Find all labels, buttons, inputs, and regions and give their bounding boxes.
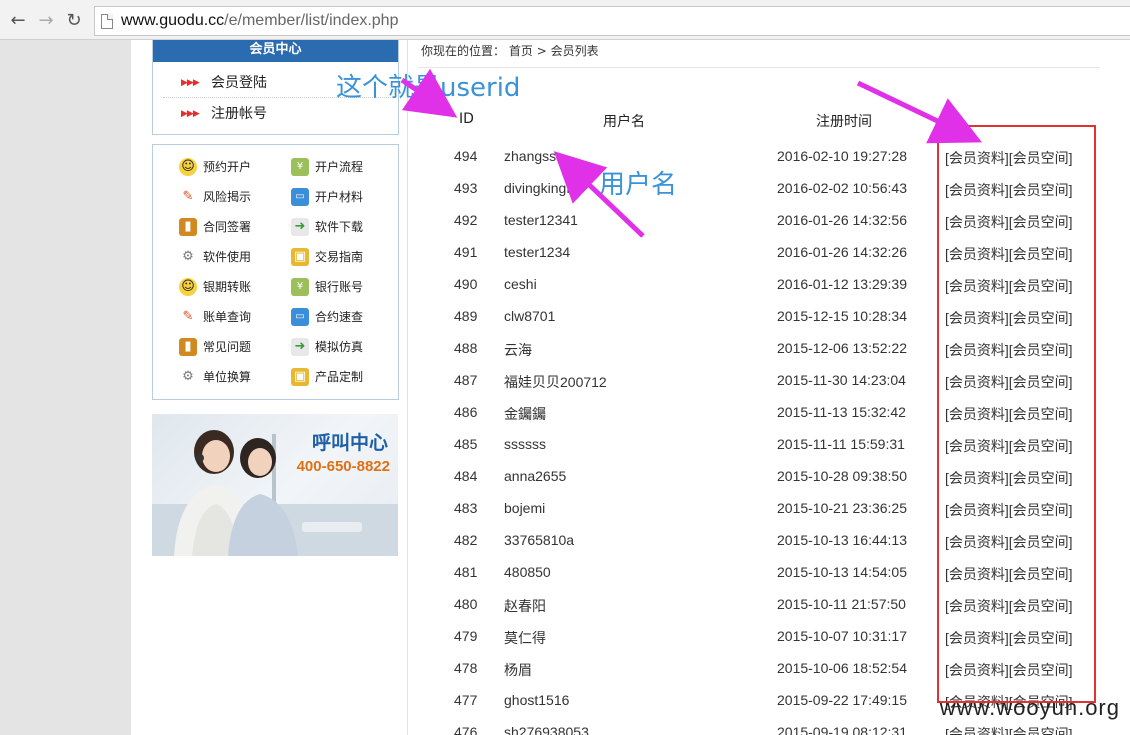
member-username[interactable]: clw8701 xyxy=(504,308,555,324)
member-regtime: 2016-01-26 14:32:56 xyxy=(777,212,907,228)
header-regtime: 注册时间 xyxy=(816,114,872,130)
reload-icon[interactable]: ↻ xyxy=(62,8,86,32)
breadcrumb-label: 你现在的位置： xyxy=(421,44,506,58)
page-content: 会员中心 ▶▶▶ 会员登陆 ▶▶▶ 注册帐号 ☺ 预约开户 ✎ 风险揭示 ▮ 合同签署… xyxy=(131,40,1130,735)
member-id: 489 xyxy=(454,308,478,324)
member-username[interactable]: 金钃钃 xyxy=(504,404,546,424)
member-username[interactable]: 云海 xyxy=(504,340,532,360)
member-id: 494 xyxy=(454,148,478,164)
member-id: 491 xyxy=(454,244,478,260)
member-profile-link[interactable]: [会员资料] xyxy=(945,726,1009,735)
member-username[interactable]: tester12341 xyxy=(504,212,578,228)
member-regtime: 2016-01-26 14:32:26 xyxy=(777,244,907,260)
breadcrumb: 你现在的位置： 首页 > 会员列表 xyxy=(421,42,599,59)
member-username[interactable]: 33765810a xyxy=(504,532,574,548)
member-regtime: 2015-10-28 09:38:50 xyxy=(777,468,907,484)
member-username[interactable]: 480850 xyxy=(504,564,551,580)
member-actions: [会员资料][会员空间] xyxy=(945,724,1073,735)
member-regtime: 2015-09-22 17:49:15 xyxy=(777,692,907,708)
member-regtime: 2016-02-02 10:56:43 xyxy=(777,180,907,196)
member-id: 482 xyxy=(454,532,478,548)
member-id: 479 xyxy=(454,628,478,644)
forward-icon[interactable]: → xyxy=(34,8,58,32)
member-regtime: 2015-10-07 10:31:17 xyxy=(777,628,907,644)
member-username[interactable]: sh276938053 xyxy=(504,724,589,735)
member-username[interactable]: ceshi xyxy=(504,276,537,292)
register-link-label: 注册帐号 xyxy=(211,106,267,122)
member-id: 478 xyxy=(454,660,478,676)
member-regtime: 2015-10-06 18:52:54 xyxy=(777,660,907,676)
header-username: 用户名 xyxy=(603,114,645,130)
highlight-box xyxy=(937,125,1096,703)
member-username[interactable]: ghost1516 xyxy=(504,692,569,708)
login-link-label: 会员登陆 xyxy=(211,75,267,91)
member-center-title: 会员中心 xyxy=(153,40,398,62)
member-id: 486 xyxy=(454,404,478,420)
breadcrumb-current: 会员列表 xyxy=(550,44,599,58)
annotation-userid: 这个就是userid xyxy=(336,73,521,103)
member-username[interactable]: ssssss xyxy=(504,436,546,452)
member-id: 488 xyxy=(454,340,478,356)
member-id: 490 xyxy=(454,276,478,292)
member-regtime: 2015-12-06 13:52:22 xyxy=(777,340,907,356)
member-id: 492 xyxy=(454,212,478,228)
member-regtime: 2015-10-11 21:57:50 xyxy=(777,596,906,612)
member-regtime: 2015-11-13 15:32:42 xyxy=(777,404,906,420)
back-icon[interactable]: ← xyxy=(6,8,30,32)
breadcrumb-separator: > xyxy=(536,44,547,58)
member-username[interactable]: bojemi xyxy=(504,500,545,516)
member-regtime: 2015-12-15 10:28:34 xyxy=(777,308,907,324)
triple-arrow-icon: ▶▶▶ xyxy=(181,109,200,119)
member-username[interactable]: 杨眉 xyxy=(504,660,532,680)
member-regtime: 2015-11-30 14:23:04 xyxy=(777,372,906,388)
page-icon xyxy=(101,14,113,29)
member-regtime: 2015-11-11 15:59:31 xyxy=(777,436,905,452)
url-host: www.guodu.cc xyxy=(121,12,225,29)
browser-toolbar: ← → ↻ www.guodu.cc/e/member/list/index.p… xyxy=(0,0,1130,40)
member-regtime: 2016-02-10 19:27:28 xyxy=(777,148,907,164)
breadcrumb-home[interactable]: 首页 xyxy=(509,44,533,58)
address-bar[interactable]: www.guodu.cc/e/member/list/index.php xyxy=(94,6,1130,36)
member-space-link[interactable]: [会员空间] xyxy=(1009,726,1073,735)
member-username[interactable]: 福娃贝贝200712 xyxy=(504,372,607,392)
member-id: 484 xyxy=(454,468,478,484)
member-regtime: 2015-10-21 23:36:25 xyxy=(777,500,907,516)
member-id: 493 xyxy=(454,180,478,196)
watermark: www.wooyun.org xyxy=(939,695,1120,720)
member-username[interactable]: 莫仁得 xyxy=(504,628,546,648)
member-regtime: 2015-09-19 08:12:31 xyxy=(777,724,907,735)
member-username[interactable]: zhangsss xyxy=(504,148,563,164)
member-username[interactable]: anna2655 xyxy=(504,468,566,484)
member-id: 476 xyxy=(454,724,478,735)
member-id: 480 xyxy=(454,596,478,612)
member-id: 477 xyxy=(454,692,478,708)
member-id: 481 xyxy=(454,564,478,580)
url-path: /e/member/list/index.php xyxy=(224,12,399,29)
member-id: 485 xyxy=(454,436,478,452)
member-username[interactable]: tester1234 xyxy=(504,244,570,260)
member-regtime: 2015-10-13 16:44:13 xyxy=(777,532,907,548)
member-id: 487 xyxy=(454,372,478,388)
member-username[interactable]: divingkingf xyxy=(504,180,570,196)
header-id: ID xyxy=(459,111,474,127)
member-regtime: 2016-01-12 13:29:39 xyxy=(777,276,907,292)
member-regtime: 2015-10-13 14:54:05 xyxy=(777,564,907,580)
member-id: 483 xyxy=(454,500,478,516)
triple-arrow-icon: ▶▶▶ xyxy=(181,78,200,88)
annotation-username: 用户名 xyxy=(599,170,678,200)
member-username[interactable]: 赵春阳 xyxy=(504,596,546,616)
